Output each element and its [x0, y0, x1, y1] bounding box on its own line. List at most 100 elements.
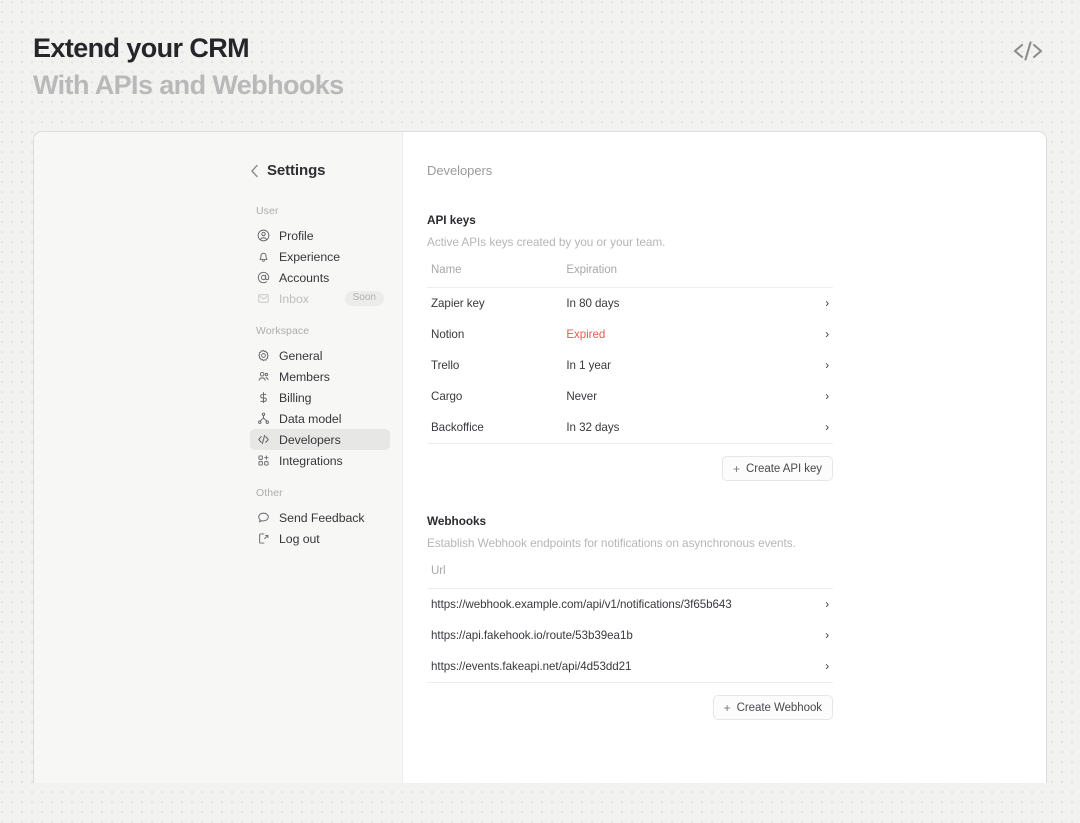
api-key-name: Zapier key: [431, 297, 485, 310]
settings-sidebar: Settings User Profile Experience Account…: [34, 132, 403, 783]
api-key-expiration: Never: [566, 390, 598, 403]
content-panel: Developers API keys Active APIs keys cre…: [403, 132, 1046, 783]
code-icon: [1010, 36, 1046, 66]
nav-group-other: Other Send Feedback Log out: [250, 487, 390, 549]
table-header-row: Name Expiration: [427, 264, 833, 288]
webhooks-description: Establish Webhook endpoints for notifica…: [427, 536, 796, 550]
table-row[interactable]: Zapier key In 80 days ›: [427, 288, 833, 320]
chevron-right-icon[interactable]: ›: [698, 350, 833, 381]
create-webhook-button[interactable]: + Create Webhook: [712, 695, 833, 720]
chat-bubble-icon: [256, 511, 270, 525]
code-icon: [256, 433, 270, 447]
table-row[interactable]: Trello In 1 year ›: [427, 350, 833, 381]
dollar-icon: [256, 391, 270, 405]
webhook-url: https://api.fakehook.io/route/53b39ea1b: [431, 629, 633, 642]
logout-icon: [256, 532, 270, 546]
sidebar-item-send-feedback[interactable]: Send Feedback: [250, 507, 390, 528]
sidebar-item-general[interactable]: General: [250, 345, 390, 366]
column-header-expiration: Expiration: [562, 264, 698, 288]
sidebar-item-label: Developers: [279, 432, 341, 447]
table-row[interactable]: https://webhook.example.com/api/v1/notif…: [427, 589, 833, 621]
webhook-url: https://events.fakeapi.net/api/4d53dd21: [427, 651, 632, 683]
users-icon: [256, 370, 270, 384]
sidebar-item-data-model[interactable]: Data model: [250, 408, 390, 429]
api-key-name: Cargo: [431, 390, 463, 403]
webhooks-table: Url https://webhook.example.com/api/v1/n…: [427, 565, 833, 683]
table-row[interactable]: Cargo Never ›: [427, 381, 833, 412]
nav-group-label-workspace: Workspace: [256, 325, 310, 337]
api-key-name: Trello: [431, 359, 460, 372]
sidebar-item-label: Members: [279, 369, 330, 384]
api-key-name: Backoffice: [427, 412, 563, 444]
grid-plus-icon: [256, 454, 270, 468]
chevron-right-icon[interactable]: ›: [698, 319, 833, 350]
column-header-name: Name: [427, 264, 563, 288]
chevron-right-icon[interactable]: ›: [697, 412, 833, 444]
chevron-right-icon[interactable]: ›: [698, 288, 833, 320]
plus-icon: +: [723, 700, 731, 715]
api-key-expiration: In 80 days: [566, 297, 620, 310]
api-keys-actions: + Create API key: [427, 456, 833, 481]
column-header-chevron: [697, 264, 833, 288]
status-badge-soon: Soon: [344, 291, 384, 306]
sidebar-item-label: Profile: [279, 228, 314, 243]
chevron-right-icon[interactable]: ›: [630, 651, 833, 683]
webhooks-heading: Webhooks: [427, 514, 487, 528]
sidebar-item-label: General: [279, 348, 323, 363]
sidebar-item-log-out[interactable]: Log out: [250, 528, 390, 549]
chevron-left-icon: [250, 164, 259, 178]
table-header-row: Url: [427, 565, 833, 589]
settings-title: Settings: [267, 162, 326, 179]
sidebar-item-label: Log out: [279, 531, 320, 546]
api-key-expiration: In 1 year: [566, 359, 611, 372]
sidebar-item-profile[interactable]: Profile: [250, 225, 390, 246]
sidebar-item-developers[interactable]: Developers: [250, 429, 390, 450]
api-keys-description: Active APIs keys created by you or your …: [427, 235, 666, 249]
sidebar-item-label: Billing: [279, 390, 312, 405]
settings-back-button[interactable]: Settings: [250, 162, 390, 179]
sidebar-item-integrations[interactable]: Integrations: [250, 450, 390, 471]
api-key-name: Notion: [431, 328, 465, 341]
at-sign-icon: [256, 271, 270, 285]
user-circle-icon: [256, 229, 270, 243]
app-window: Settings User Profile Experience Account…: [33, 131, 1047, 783]
sidebar-item-accounts[interactable]: Accounts: [250, 267, 390, 288]
create-api-key-button[interactable]: + Create API key: [722, 456, 833, 481]
sidebar-item-label: Experience: [279, 249, 341, 264]
page-subtitle: With APIs and Webhooks: [33, 70, 344, 100]
sidebar-item-label: Data model: [279, 411, 342, 426]
sidebar-item-members[interactable]: Members: [250, 366, 390, 387]
sidebar-item-label: Inbox: [279, 291, 309, 306]
table-row[interactable]: Notion Expired ›: [427, 319, 833, 350]
table-row[interactable]: Backoffice In 32 days ›: [427, 412, 833, 444]
sidebar-item-label: Send Feedback: [279, 510, 365, 525]
content-heading: Developers: [427, 163, 493, 178]
nav-group-user: User Profile Experience Accounts Inbox S…: [250, 205, 390, 309]
api-key-expiration: In 32 days: [562, 412, 698, 444]
nav-group-label-user: User: [256, 205, 279, 217]
create-api-key-label: Create API key: [745, 462, 822, 475]
sidebar-item-label: Accounts: [279, 270, 330, 285]
api-keys-table: Name Expiration Zapier key In 80 days › …: [427, 264, 833, 444]
table-row[interactable]: https://api.fakehook.io/route/53b39ea1b …: [427, 620, 833, 651]
sidebar-item-billing[interactable]: Billing: [250, 387, 390, 408]
sidebar-item-inbox: Inbox Soon: [250, 288, 390, 309]
nav-group-workspace: Workspace General Members Billing Data m…: [250, 325, 390, 471]
section-webhooks: Webhooks Establish Webhook endpoints for…: [427, 514, 833, 720]
api-keys-heading: API keys: [427, 213, 476, 227]
create-webhook-label: Create Webhook: [736, 701, 822, 714]
nav-group-label-other: Other: [256, 487, 283, 499]
chevron-right-icon[interactable]: ›: [630, 620, 833, 651]
plus-icon: +: [733, 461, 740, 476]
section-api-keys: API keys Active APIs keys created by you…: [427, 213, 833, 481]
api-key-expiration: Expired: [566, 328, 606, 341]
column-header-url: Url: [427, 565, 833, 589]
sidebar-item-experience[interactable]: Experience: [250, 246, 390, 267]
hero-banner: Extend your CRM With APIs and Webhooks: [0, 0, 1080, 131]
hierarchy-icon: [256, 412, 270, 426]
webhook-url: https://webhook.example.com/api/v1/notif…: [431, 598, 732, 611]
chevron-right-icon[interactable]: ›: [698, 381, 833, 412]
bell-icon: [256, 250, 270, 264]
gear-icon: [256, 349, 270, 363]
table-row[interactable]: https://events.fakeapi.net/api/4d53dd21 …: [427, 651, 833, 683]
